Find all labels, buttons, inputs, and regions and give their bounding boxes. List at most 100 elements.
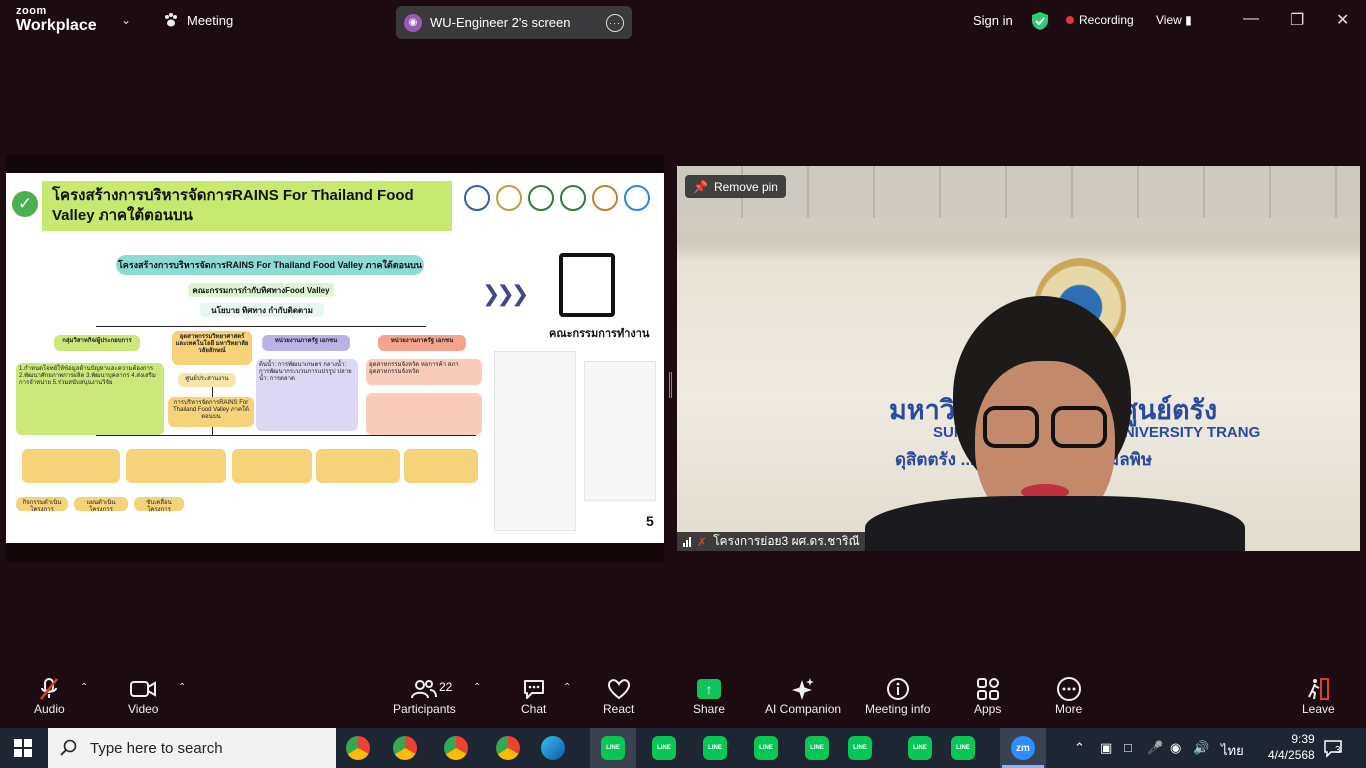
view-label: View <box>1156 13 1182 27</box>
org-connector <box>96 435 476 436</box>
mic-muted-icon <box>38 676 60 702</box>
org-column-header: หน่วยงานภาครัฐ เอกชน <box>262 335 350 351</box>
chrome-profile-icon[interactable] <box>444 736 468 760</box>
participant-name-tag: ✗ โครงการย่อย3 ผศ.ดร.ชาริณี <box>677 532 866 551</box>
line-icon[interactable]: LINE <box>908 736 932 760</box>
power-icon[interactable]: □ <box>1124 740 1132 755</box>
shared-screen-panel: ✓ โครงสร้างการบริหารจัดการRAINS For Thai… <box>6 155 664 562</box>
chat-label: Chat <box>521 702 547 716</box>
meeting-toolbar: Audio ⌃ Video ⌃ Participants 22 ⌃ Chat ⌃ <box>0 668 1366 728</box>
notifications-icon[interactable]: 3 <box>1323 738 1343 758</box>
line-icon[interactable]: LINE <box>601 736 625 760</box>
chrome-profile-rd-icon[interactable] <box>393 736 417 760</box>
leave-button[interactable]: Leave <box>1302 676 1335 716</box>
chat-button[interactable]: Chat <box>521 676 546 716</box>
volume-icon[interactable]: 🔊 <box>1193 740 1209 756</box>
notifications-count: 3 <box>1335 745 1341 756</box>
chevron-up-icon[interactable]: ⌃ <box>563 682 571 693</box>
logo-icon <box>496 185 522 211</box>
zoom-icon[interactable]: zm <box>1011 736 1035 760</box>
chat-icon <box>522 676 546 702</box>
org-column-body: อุตสาหกรรมจังหวัด หอการค้า สภาอุตสาหกรรม… <box>366 359 482 385</box>
chrome-icon[interactable] <box>496 736 520 760</box>
share-label: Share <box>693 702 726 716</box>
input-language-indicator[interactable]: ไทย <box>1221 740 1244 761</box>
ai-companion-button[interactable]: AI Companion <box>765 676 841 716</box>
layout-icon: ▮ <box>1185 13 1192 27</box>
logo-icon <box>592 185 618 211</box>
chrome-icon[interactable] <box>346 736 370 760</box>
chevron-up-icon[interactable]: ⌃ <box>473 682 481 693</box>
sparkle-icon <box>791 676 815 702</box>
react-button[interactable]: React <box>603 676 634 716</box>
minimize-icon[interactable]: — <box>1243 10 1259 28</box>
sign-in-link[interactable]: Sign in <box>973 13 1013 28</box>
slide-title: โครงสร้างการบริหารจัดการRAINS For Thaila… <box>42 181 452 231</box>
check-icon: ✓ <box>12 191 38 217</box>
line-icon[interactable]: LINE <box>951 736 975 760</box>
chevron-down-icon[interactable]: ⌄ <box>121 13 131 27</box>
audio-label: Audio <box>34 702 65 716</box>
meeting-info-label: Meeting info <box>865 702 931 716</box>
org-column-body: ศูนย์ประสานงาน <box>178 373 236 387</box>
org-chart-title: โครงสร้างการบริหารจัดการRAINS For Thaila… <box>116 255 424 275</box>
screen-share-pill[interactable]: ◉ WU-Engineer 2's screen ··· <box>396 6 632 39</box>
line-icon[interactable]: LINE <box>805 736 829 760</box>
committee-label: คณะกรรมการทำงาน <box>549 328 650 340</box>
slide-page-number: 5 <box>646 513 654 529</box>
microphone-icon[interactable]: 🎤 <box>1147 740 1163 756</box>
wifi-icon[interactable]: ◉ <box>1170 740 1181 756</box>
more-options-icon[interactable]: ··· <box>606 13 624 32</box>
meeting-menu-button[interactable]: Meeting <box>163 12 233 28</box>
taskbar-search-box[interactable]: Type here to search <box>48 728 336 768</box>
remove-pin-label: Remove pin <box>713 179 778 194</box>
heart-icon <box>607 676 631 702</box>
show-hidden-icons-chevron-icon[interactable]: ⌃ <box>1074 740 1085 756</box>
signal-bars-icon <box>683 536 691 547</box>
remove-pin-button[interactable]: 📌 Remove pin <box>685 175 786 198</box>
video-button[interactable]: Video <box>128 676 158 716</box>
search-icon <box>60 739 77 756</box>
share-button[interactable]: ↑ Share <box>693 676 725 716</box>
close-icon[interactable]: ✕ <box>1336 10 1349 30</box>
panel-splitter-handle[interactable] <box>669 372 672 398</box>
audio-button[interactable]: Audio <box>34 676 65 716</box>
org-column-header: กลุ่มวิสาหกิจ/ผู้ประกอบการ <box>54 335 140 351</box>
participant-video-tile[interactable]: มหาวิทยาลัยทักษิณ ศูนย์ตรัง SUNPRASITTIP… <box>677 166 1360 551</box>
org-level-2: นโยบาย ทิศทาง กำกับติดตาม <box>200 303 324 317</box>
participants-icon <box>411 676 438 702</box>
pin-icon: 📌 <box>693 179 708 194</box>
encryption-shield-icon[interactable] <box>1031 11 1049 31</box>
chevron-up-icon[interactable]: ⌃ <box>178 682 186 693</box>
certificate-document-icon <box>559 253 615 317</box>
meet-now-icon[interactable]: ▣ <box>1100 740 1112 756</box>
line-icon[interactable]: LINE <box>652 736 676 760</box>
recording-indicator[interactable]: Recording <box>1066 13 1134 27</box>
org-center-box: การบริหารจัดการRAINS For Thailand Food V… <box>168 397 254 427</box>
participant-glasses <box>1051 406 1107 448</box>
view-menu-button[interactable]: View ▮ <box>1156 13 1192 27</box>
title-bar: zoom Workplace ⌄ Meeting ◉ WU-Engineer 2… <box>0 0 1366 42</box>
meeting-info-button[interactable]: Meeting info <box>865 676 930 716</box>
edge-icon[interactable] <box>541 736 565 760</box>
ai-companion-label: AI Companion <box>765 702 842 716</box>
chevron-up-icon[interactable]: ⌃ <box>80 682 88 693</box>
document-page-thumbnail <box>494 351 576 531</box>
org-bottom-item: ขับเคลื่อนโครงการ <box>134 497 184 511</box>
line-icon[interactable]: LINE <box>848 736 872 760</box>
org-bottom-item: กิจกรรมดำเนินโครงการ <box>16 497 68 511</box>
share-screen-icon: ↑ <box>697 679 722 699</box>
mic-muted-icon: ✗ <box>697 534 708 549</box>
participant-jacket <box>865 496 1245 551</box>
apps-button[interactable]: Apps <box>974 676 1001 716</box>
logo-icon <box>464 185 490 211</box>
participant-glasses <box>983 406 1039 448</box>
document-page-thumbnail <box>584 361 656 501</box>
windows-start-icon[interactable] <box>14 739 32 762</box>
taskbar-clock[interactable]: 9:39 4/4/2568 <box>1268 731 1315 763</box>
org-bottom-box <box>404 449 478 483</box>
line-icon[interactable]: LINE <box>703 736 727 760</box>
line-icon[interactable]: LINE <box>754 736 778 760</box>
more-button[interactable]: More <box>1055 676 1082 716</box>
restore-icon[interactable]: ❐ <box>1290 10 1304 30</box>
